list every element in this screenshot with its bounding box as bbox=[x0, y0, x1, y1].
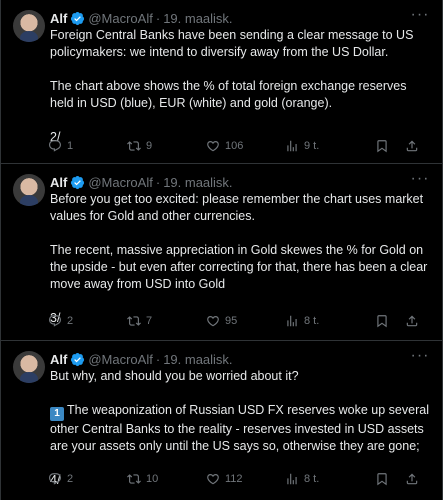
reply-icon bbox=[49, 140, 61, 152]
view-count: 8 t. bbox=[304, 473, 320, 485]
paragraph: The chart above shows the % of total for… bbox=[50, 79, 407, 110]
verified-badge-icon bbox=[71, 11, 85, 25]
share-icon bbox=[406, 140, 418, 152]
like-count: 112 bbox=[225, 473, 243, 485]
author-name[interactable]: Alf bbox=[50, 11, 67, 26]
retweet-button[interactable]: 10 bbox=[127, 472, 206, 486]
more-icon[interactable]: ··· bbox=[410, 348, 430, 369]
tweet-header: Alf @MacroAlf · 19. maalisk. ··· bbox=[50, 171, 432, 192]
tweet-date[interactable]: 19. maalisk. bbox=[163, 352, 232, 367]
paragraph: But why, and should you be worried about… bbox=[50, 369, 299, 383]
paragraph-text: The weaponization of Russian USD FX rese… bbox=[50, 403, 429, 453]
timeline: Alf @MacroAlf · 19. maalisk. ··· Foreign… bbox=[0, 0, 443, 500]
author-handle[interactable]: @MacroAlf bbox=[88, 11, 153, 26]
retweet-icon bbox=[127, 474, 141, 484]
reply-count: 1 bbox=[67, 140, 74, 152]
tweet-actions: 1 9 106 9 t. bbox=[48, 139, 432, 153]
reply-button[interactable]: 1 bbox=[48, 139, 127, 153]
paragraph: 1 The weaponization of Russian USD FX res… bbox=[50, 402, 430, 455]
views-button[interactable]: 8 t. bbox=[285, 472, 375, 486]
keycap-one-emoji-icon: 1 bbox=[50, 407, 64, 421]
reply-button[interactable]: 2 bbox=[48, 314, 127, 328]
bookmark-button[interactable] bbox=[375, 139, 397, 153]
paragraph: Foreign Central Banks have been sending … bbox=[50, 28, 414, 59]
tweet-header: Alf @MacroAlf · 19. maalisk. ··· bbox=[50, 348, 432, 369]
views-button[interactable]: 8 t. bbox=[285, 314, 375, 328]
avatar[interactable] bbox=[13, 10, 45, 42]
tweet[interactable]: Alf @MacroAlf · 19. maalisk. ··· Foreign… bbox=[1, 0, 442, 164]
view-count: 8 t. bbox=[304, 315, 320, 327]
bookmark-button[interactable] bbox=[375, 314, 397, 328]
tweet-date[interactable]: 19. maalisk. bbox=[163, 11, 232, 26]
paragraph: The recent, massive appreciation in Gold… bbox=[50, 243, 428, 291]
views-icon bbox=[287, 473, 297, 485]
tweet-text: But why, and should you be worried about… bbox=[50, 368, 430, 489]
share-button[interactable] bbox=[405, 139, 425, 153]
retweet-icon bbox=[127, 316, 141, 326]
tweet-header: Alf @MacroAlf · 19. maalisk. ··· bbox=[50, 7, 432, 28]
reply-icon bbox=[49, 315, 61, 327]
retweet-count: 9 bbox=[146, 140, 153, 152]
more-icon[interactable]: ··· bbox=[410, 171, 430, 192]
retweet-icon bbox=[127, 141, 141, 151]
separator: · bbox=[155, 174, 161, 190]
author-handle[interactable]: @MacroAlf bbox=[88, 175, 153, 190]
avatar[interactable] bbox=[13, 351, 45, 383]
share-button[interactable] bbox=[405, 472, 425, 486]
tweet-text: Before you get too excited: please remem… bbox=[50, 191, 430, 327]
bookmark-button[interactable] bbox=[375, 472, 397, 486]
share-icon bbox=[406, 473, 418, 485]
reply-icon bbox=[49, 473, 61, 485]
tweet-date[interactable]: 19. maalisk. bbox=[163, 175, 232, 190]
tweet-actions: 2 7 95 8 t. bbox=[48, 314, 432, 328]
like-icon bbox=[207, 316, 219, 327]
tweet-actions: 2 10 112 8 t. bbox=[48, 472, 432, 486]
like-count: 95 bbox=[225, 315, 238, 327]
separator: · bbox=[155, 351, 161, 367]
retweet-button[interactable]: 7 bbox=[127, 314, 206, 328]
like-icon bbox=[207, 141, 219, 152]
retweet-button[interactable]: 9 bbox=[127, 139, 206, 153]
bookmark-icon bbox=[377, 473, 387, 486]
reply-count: 2 bbox=[67, 315, 74, 327]
retweet-count: 10 bbox=[146, 473, 159, 485]
avatar[interactable] bbox=[13, 174, 45, 206]
tweet-text: Foreign Central Banks have been sending … bbox=[50, 27, 430, 146]
views-icon bbox=[287, 140, 297, 152]
bookmark-icon bbox=[377, 315, 387, 328]
view-count: 9 t. bbox=[304, 140, 320, 152]
like-button[interactable]: 106 bbox=[206, 139, 285, 153]
verified-badge-icon bbox=[71, 352, 85, 366]
author-handle[interactable]: @MacroAlf bbox=[88, 352, 153, 367]
paragraph: Before you get too excited: please remem… bbox=[50, 192, 424, 223]
verified-badge-icon bbox=[71, 175, 85, 189]
views-button[interactable]: 9 t. bbox=[285, 139, 375, 153]
separator: · bbox=[155, 10, 161, 26]
author-name[interactable]: Alf bbox=[50, 175, 67, 190]
more-icon[interactable]: ··· bbox=[410, 7, 430, 28]
author-name[interactable]: Alf bbox=[50, 352, 67, 367]
like-count: 106 bbox=[225, 140, 244, 152]
retweet-count: 7 bbox=[146, 315, 153, 327]
like-icon bbox=[207, 474, 219, 485]
views-icon bbox=[287, 315, 297, 327]
share-button[interactable] bbox=[405, 314, 425, 328]
like-button[interactable]: 95 bbox=[206, 314, 285, 328]
bookmark-icon bbox=[377, 140, 387, 153]
reply-button[interactable]: 2 bbox=[48, 472, 127, 486]
reply-count: 2 bbox=[67, 473, 74, 485]
like-button[interactable]: 112 bbox=[206, 472, 285, 486]
share-icon bbox=[406, 315, 418, 327]
